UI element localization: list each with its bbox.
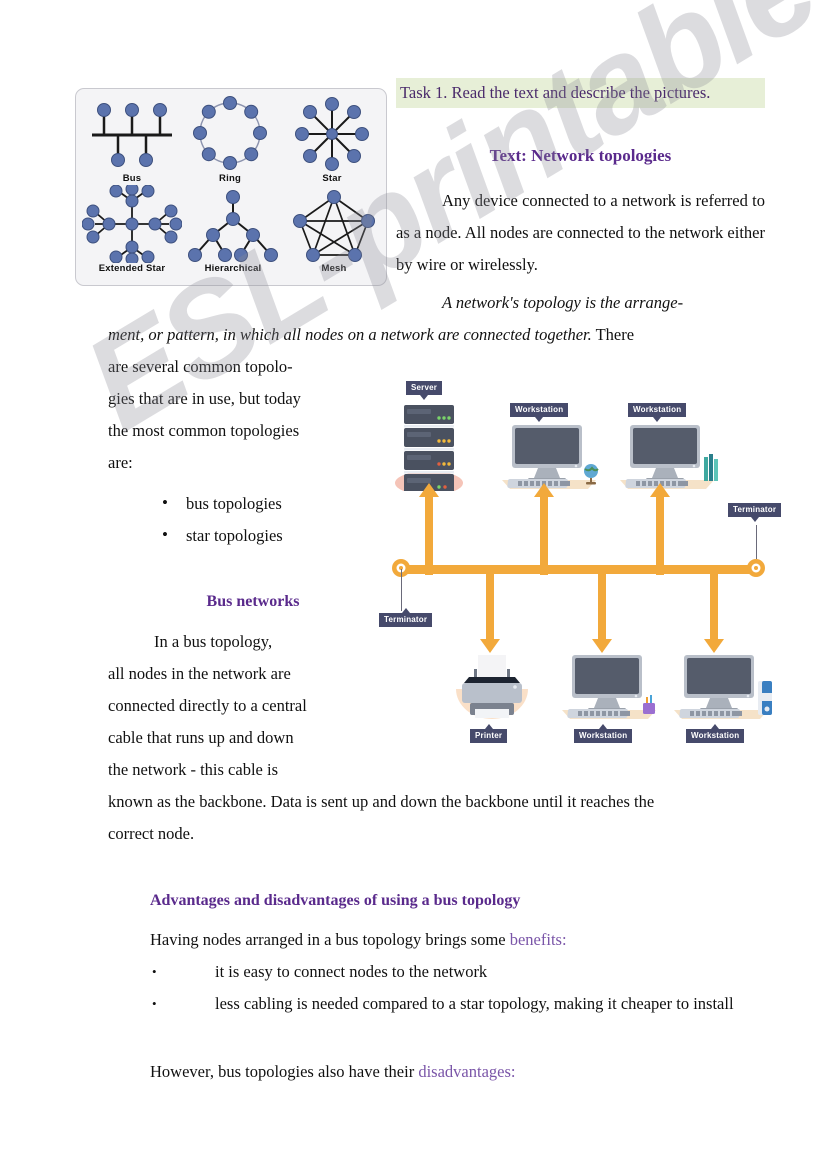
paragraph-node-definition: Any device connected to a network is ref… bbox=[396, 191, 765, 274]
bus-topology-network-diagram: Server Workstation Workstation Terminato… bbox=[379, 375, 788, 750]
topology-item-label: Star bbox=[322, 173, 342, 184]
mesh-topology-icon bbox=[293, 190, 375, 262]
backbone-line-upper bbox=[396, 565, 756, 574]
paragraph-topology-definition-head: A network's topology is the arrange- bbox=[396, 287, 765, 319]
section-heading-bus-networks: Bus networks bbox=[206, 593, 300, 610]
workstation-tag: Workstation bbox=[686, 724, 745, 743]
binder-decoration bbox=[758, 681, 772, 715]
paragraph-benefits-lead: Having nodes arranged in a bus topology … bbox=[150, 924, 770, 956]
terminator-wire-left bbox=[401, 569, 402, 611]
benefits-lead-text: Having nodes arranged in a bus topology … bbox=[150, 930, 510, 949]
topology-item-label: Mesh bbox=[321, 263, 347, 274]
extended-star-topology-icon bbox=[82, 185, 182, 263]
paragraph-topology-definition-body: ment, or pattern, in which all nodes on … bbox=[108, 319, 768, 351]
task-banner: Task 1. Read the text and describe the p… bbox=[396, 78, 765, 108]
printer-icon bbox=[456, 655, 528, 719]
bus-arrow-up-workstation-1 bbox=[534, 483, 554, 575]
topology-item-bus: Bus bbox=[84, 99, 180, 184]
terminator-connector-icon bbox=[747, 559, 765, 577]
topology-definition-tail-a: There bbox=[591, 325, 635, 344]
terminator-tag-left: Terminator bbox=[379, 608, 433, 627]
bus-arrow-up-workstation-2 bbox=[650, 483, 670, 575]
workstation-icon bbox=[674, 655, 772, 719]
bus-arrow-down-workstation-4 bbox=[704, 565, 724, 653]
list-item: bus topologies bbox=[160, 487, 390, 520]
topology-common-text: are several common topolo-gies that are … bbox=[108, 357, 301, 472]
printer-tag: Printer bbox=[470, 724, 508, 743]
terminator-wire-right bbox=[756, 525, 757, 559]
topology-item-label: Extended Star bbox=[98, 263, 166, 274]
bus-arrow-up-server bbox=[419, 483, 439, 575]
workstation-icon bbox=[562, 655, 656, 719]
workstation-tag: Workstation bbox=[574, 724, 633, 743]
ring-topology-icon bbox=[193, 96, 267, 170]
paragraph-bus-topology-narrow: In a bus topology, all nodes in the netwo… bbox=[108, 626, 398, 786]
topology-item-label: Bus bbox=[122, 173, 142, 184]
topology-definition-italic-a: A network's topology is the arrange- bbox=[442, 293, 684, 312]
paragraph-topology-common: are several common topolo-gies that are … bbox=[108, 351, 398, 479]
topology-item-extended-star: Extended Star bbox=[80, 185, 184, 274]
topology-item-hierarchical: Hierarchical bbox=[184, 189, 282, 274]
topology-bullet-list: bus topologies star topologies bbox=[160, 487, 390, 552]
topology-figure: Bus Ring Star Extended Star Hierarchical… bbox=[75, 88, 387, 286]
topology-item-ring: Ring bbox=[182, 93, 278, 184]
topology-definition-italic-b: ment, or pattern, in which all nodes on … bbox=[108, 325, 592, 344]
hierarchical-topology-icon bbox=[188, 190, 278, 262]
benefits-accent: benefits: bbox=[509, 930, 567, 949]
workstation-tag: Workstation bbox=[510, 403, 569, 422]
section-heading-advantages: Advantages and disadvantages of using a … bbox=[150, 892, 521, 909]
workstation-tag: Workstation bbox=[628, 403, 687, 422]
pen-cup-decoration bbox=[643, 695, 655, 714]
bus-topology-text-b: known as the backbone. Data is sent up a… bbox=[108, 792, 655, 843]
topology-item-label: Ring bbox=[219, 173, 241, 184]
bus-arrow-down-workstation-3 bbox=[592, 565, 612, 653]
books-decoration bbox=[704, 454, 718, 481]
page-title: Text: Network topologies bbox=[489, 146, 672, 165]
topology-item-star: Star bbox=[284, 95, 380, 184]
disadvantages-lead-text: However, bus topologies also have their bbox=[150, 1062, 419, 1081]
topology-item-label: Hierarchical bbox=[204, 263, 262, 274]
paragraph-bus-topology-full: known as the backbone. Data is sent up a… bbox=[108, 786, 768, 850]
disadvantages-accent: disadvantages: bbox=[418, 1062, 516, 1081]
server-tag: Server bbox=[406, 381, 443, 400]
benefits-list: it is easy to connect nodes to the netwo… bbox=[150, 956, 770, 1020]
list-item: it is easy to connect nodes to the netwo… bbox=[150, 956, 770, 988]
bus-arrow-down-printer bbox=[480, 565, 500, 653]
paragraph-disadvantages-lead: However, bus topologies also have their … bbox=[150, 1056, 770, 1088]
terminator-tag-right: Terminator bbox=[728, 503, 782, 522]
bus-topology-icon bbox=[92, 103, 172, 167]
server-icon bbox=[395, 405, 463, 491]
list-item: star topologies bbox=[160, 519, 390, 552]
star-topology-icon bbox=[295, 97, 369, 171]
list-item: less cabling is needed compared to a sta… bbox=[150, 988, 770, 1020]
topology-item-mesh: Mesh bbox=[288, 189, 380, 274]
bus-topology-text-a: In a bus topology, all nodes in the netwo… bbox=[108, 632, 307, 779]
